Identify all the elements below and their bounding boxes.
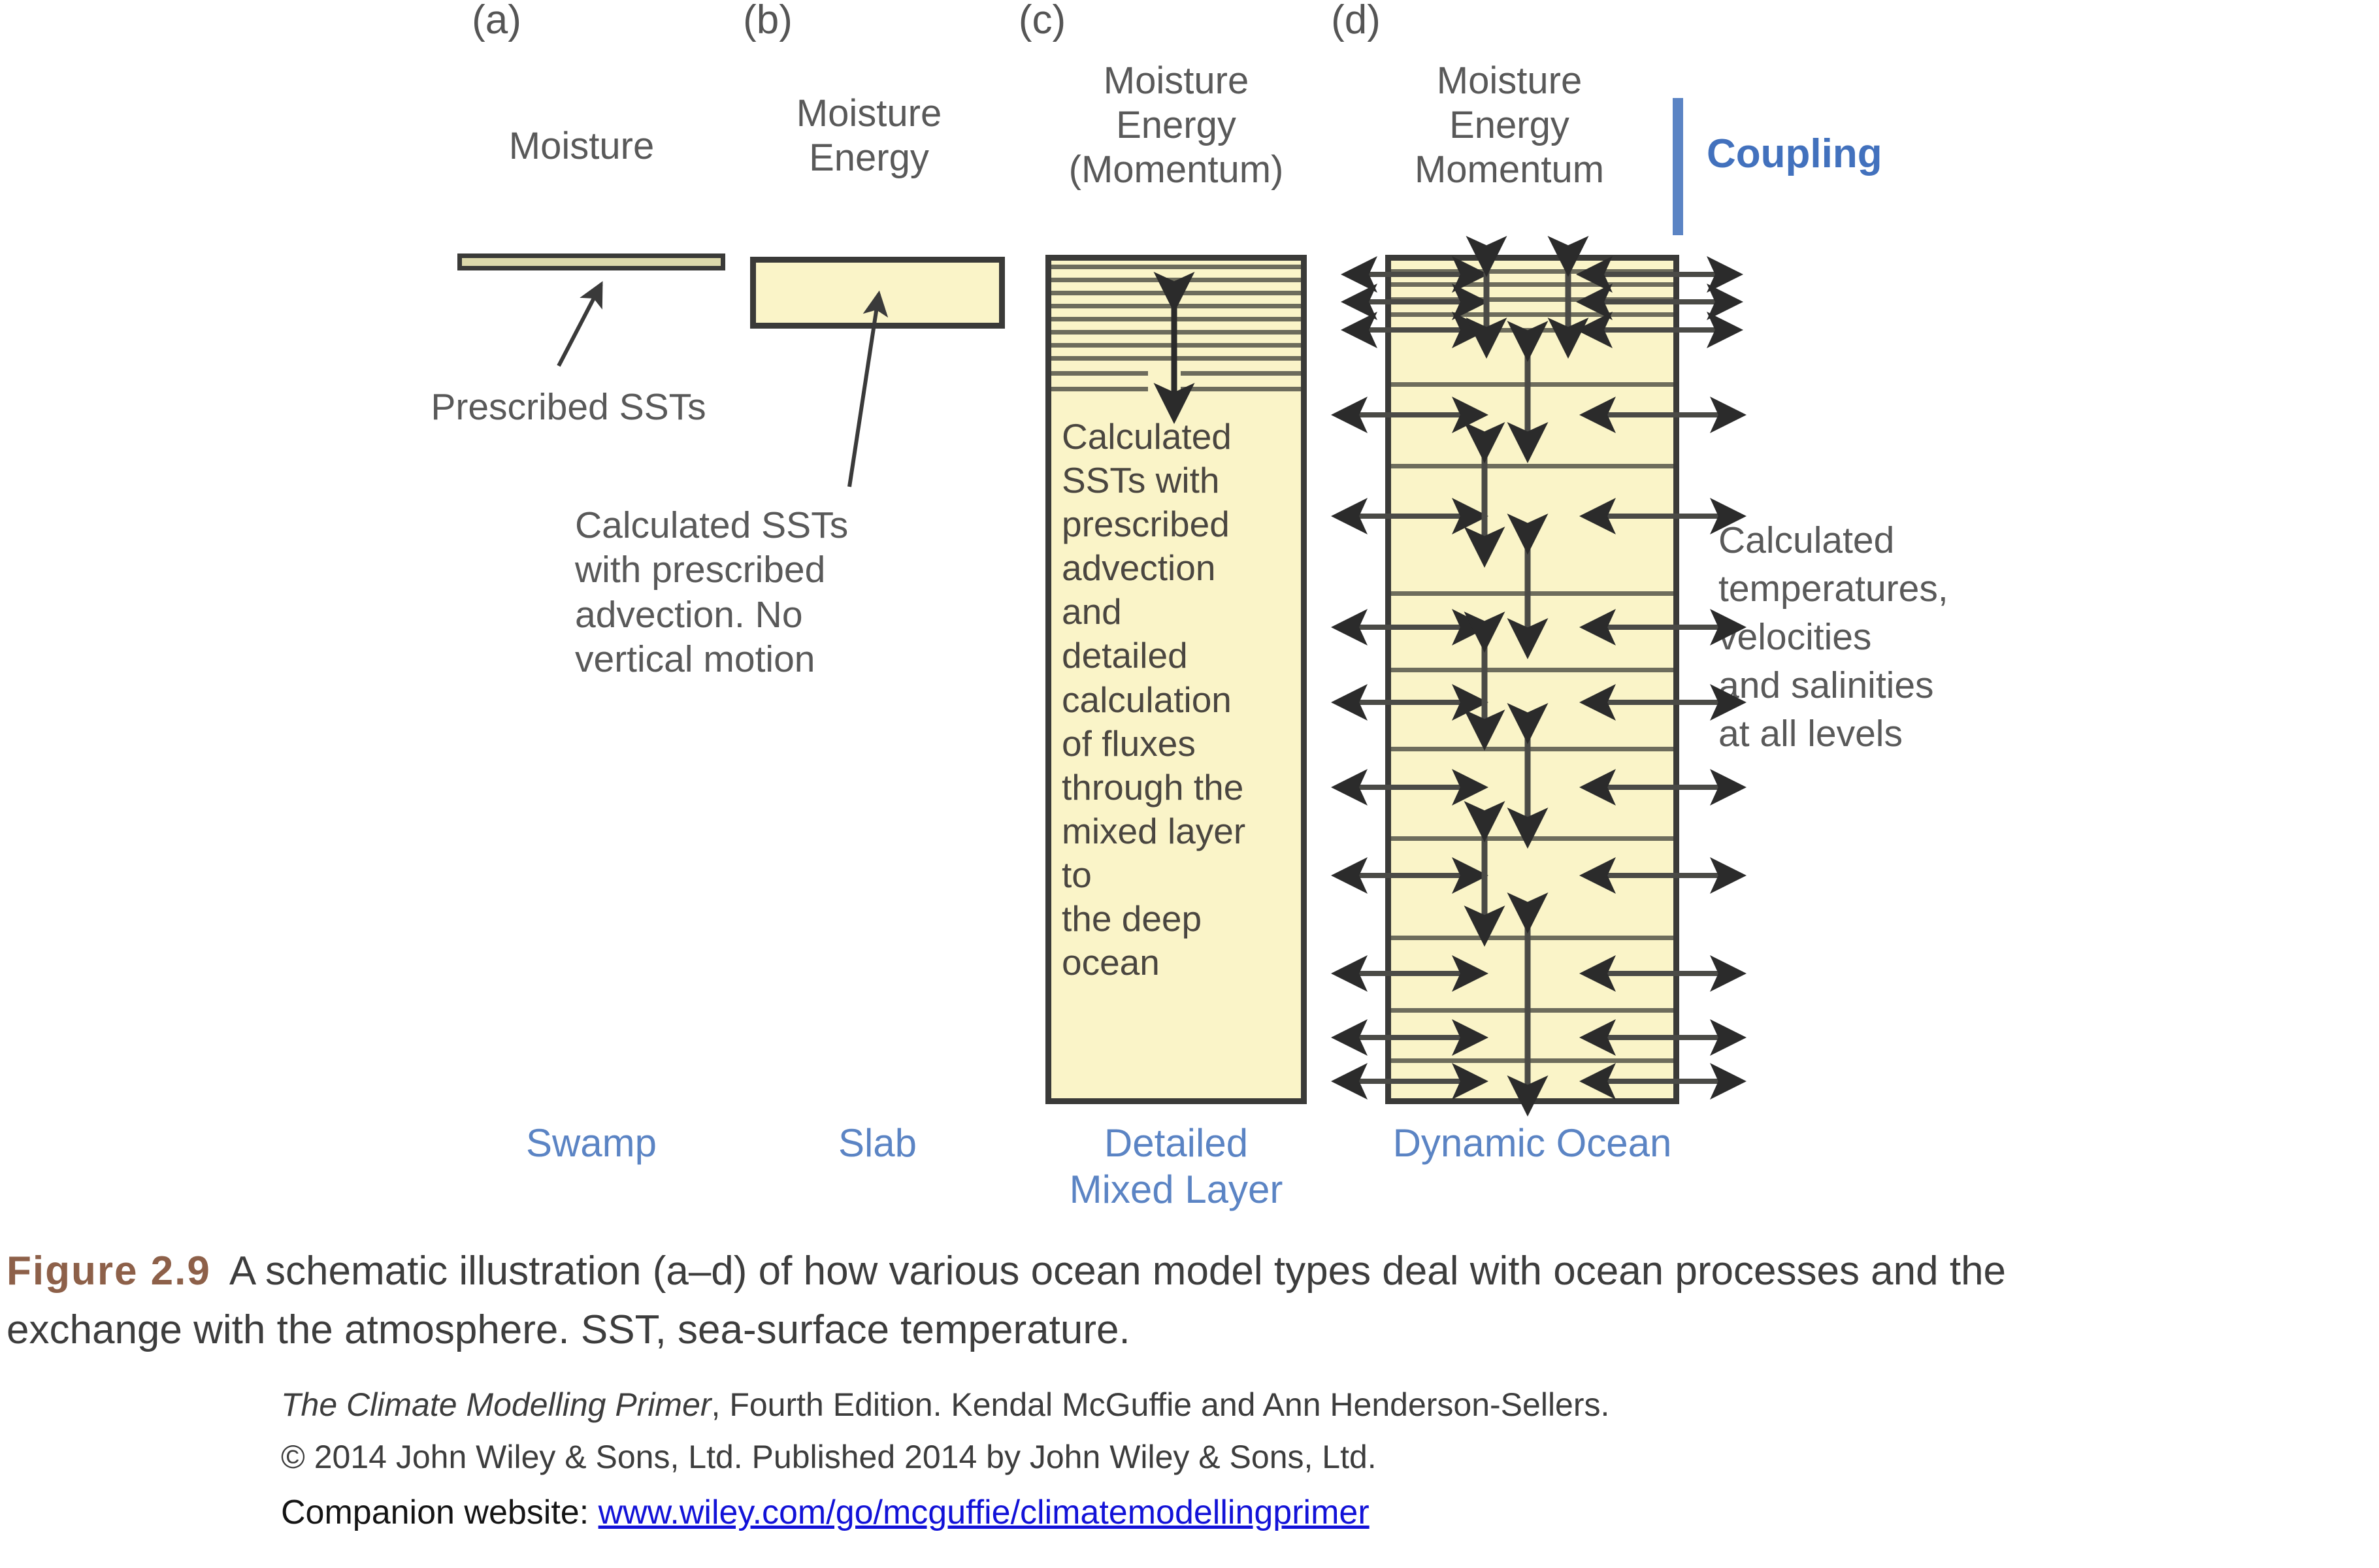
figure-number: Figure 2.9 [7, 1249, 211, 1294]
dynamic-ocean-gridline [1391, 591, 1673, 596]
annotation-slab: Calculated SSTs with prescribed advectio… [575, 504, 849, 681]
caption-line-2: exchange with the atmosphere. SST, sea-s… [7, 1307, 1130, 1352]
dynamic-ocean-gridline [1391, 382, 1673, 387]
dynamic-ocean-gridline [1391, 936, 1673, 940]
panel-letter-c: (c) [1018, 0, 1066, 42]
mixed-layer-line [1051, 343, 1301, 348]
companion-label: Companion website: [281, 1494, 599, 1531]
annotation-detailed-mixed-layer: Calculated SSTs with prescribed advectio… [1062, 416, 1246, 983]
dynamic-ocean-gridline [1391, 312, 1673, 317]
model-name-swamp: Swamp [525, 1121, 657, 1165]
book-edition-authors: , Fourth Edition. Kendal McGuffie and An… [711, 1386, 1610, 1423]
mixed-layer-split-line-right [1181, 371, 1301, 376]
mixed-layer-line [1051, 356, 1301, 361]
mixed-layer-line [1051, 291, 1301, 295]
panel-letter-a: (a) [472, 0, 521, 42]
credit-line-2: © 2014 John Wiley & Sons, Ltd. Published… [281, 1439, 1377, 1475]
panel-header-a: Moisture [508, 125, 655, 167]
dynamic-ocean-gridline [1391, 1008, 1673, 1013]
panel-header-b: Moisture Energy [796, 92, 942, 179]
dynamic-ocean-gridline [1391, 282, 1673, 287]
model-name-slab: Slab [838, 1121, 917, 1165]
mixed-layer-line [1051, 317, 1301, 321]
slab-ocean-box [750, 257, 1005, 329]
model-name-detailed-mixed-layer: Detailed Mixed Layer [1069, 1121, 1283, 1211]
coupling-label: Coupling [1707, 131, 1882, 176]
panel-letter-b: (b) [743, 0, 793, 42]
dynamic-ocean-gridline [1391, 747, 1673, 751]
dynamic-ocean-gridline [1391, 269, 1673, 274]
leader-prescribed-ssts [557, 281, 603, 367]
book-title: The Climate Modelling Primer [281, 1386, 712, 1423]
caption-line-1: A schematic illustration (a–d) of how va… [229, 1249, 2007, 1294]
model-name-dynamic-ocean: Dynamic Ocean [1392, 1121, 1672, 1165]
credit-line-1: The Climate Modelling Primer, Fourth Edi… [281, 1382, 1609, 1428]
figure-canvas: (a) (b) (c) (d) Moisture Moisture Energy… [0, 0, 2379, 1568]
mixed-layer-line [1051, 330, 1301, 335]
caption-line-2-wrap: exchange with the atmosphere. SST, sea-s… [7, 1303, 2378, 1357]
dynamic-ocean-gridline [1391, 1058, 1673, 1063]
mixed-layer-line [1051, 278, 1301, 282]
mixed-layer-line [1051, 304, 1301, 308]
mixed-layer-split-line-left [1051, 371, 1148, 376]
dynamic-ocean-gridline [1391, 836, 1673, 841]
dynamic-ocean-gridline [1391, 297, 1673, 302]
dynamic-ocean-gridline [1391, 464, 1673, 468]
dynamic-ocean-gridline [1391, 668, 1673, 672]
mixed-layer-split-line-right [1181, 387, 1301, 391]
companion-website-link[interactable]: www.wiley.com/go/mcguffie/climatemodelli… [599, 1494, 1370, 1531]
coupling-divider [1673, 98, 1683, 235]
panel-letter-d: (d) [1331, 0, 1381, 42]
panel-header-c: Moisture Energy (Momentum) [1068, 59, 1284, 191]
annotation-dynamic-ocean: Calculated temperatures, velocities and … [1718, 519, 1948, 755]
swamp-ocean-bar [457, 253, 725, 270]
dynamic-ocean-gridline [1391, 328, 1673, 333]
panel-header-d: Moisture Energy Momentum [1414, 59, 1605, 191]
annotation-prescribed-ssts: Prescribed SSTs [431, 386, 706, 428]
companion-website-line: Companion website: www.wiley.com/go/mcgu… [281, 1493, 1370, 1532]
mixed-layer-split-line-left [1051, 387, 1148, 391]
figure-caption: Figure 2.9 A schematic illustration (a–d)… [7, 1245, 2378, 1298]
mixed-layer-line [1051, 265, 1301, 269]
